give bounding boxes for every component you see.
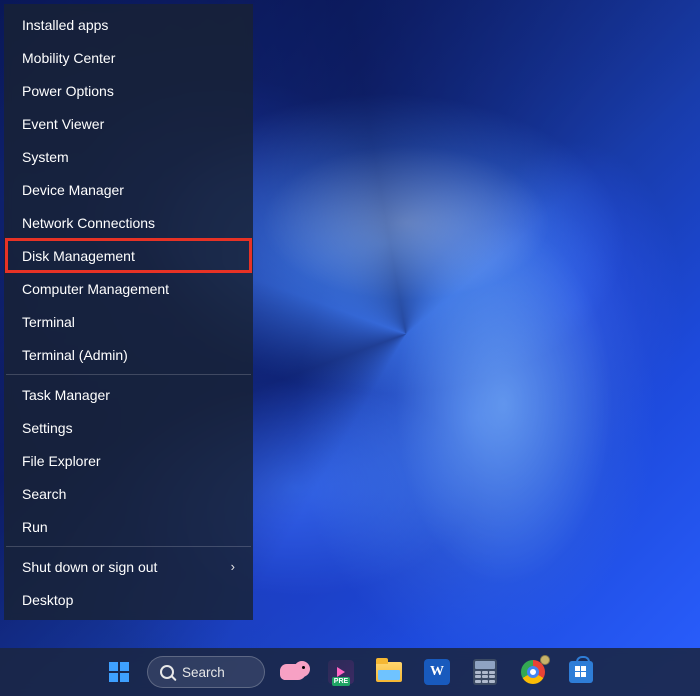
- menu-item-file-explorer[interactable]: File Explorer: [6, 444, 251, 477]
- menu-item-label: Network Connections: [22, 215, 155, 231]
- menu-item-computer-management[interactable]: Computer Management: [6, 272, 251, 305]
- menu-item-label: Run: [22, 519, 48, 535]
- chrome-profile-badge: [540, 655, 550, 665]
- axolotl-icon: [276, 661, 310, 683]
- taskbar-app-clipchamp[interactable]: PRE: [321, 652, 361, 692]
- menu-item-label: Installed apps: [22, 17, 108, 33]
- menu-item-label: Terminal (Admin): [22, 347, 128, 363]
- menu-item-label: Desktop: [22, 592, 73, 608]
- menu-item-label: Shut down or sign out: [22, 559, 157, 575]
- menu-item-power-options[interactable]: Power Options: [6, 74, 251, 107]
- calculator-icon: [473, 659, 497, 685]
- menu-item-desktop[interactable]: Desktop: [6, 583, 251, 616]
- menu-item-event-viewer[interactable]: Event Viewer: [6, 107, 251, 140]
- menu-separator: [6, 546, 251, 547]
- taskbar: Search PRE W: [0, 648, 700, 696]
- menu-item-run[interactable]: Run: [6, 510, 251, 543]
- taskbar-app-file-explorer[interactable]: [369, 652, 409, 692]
- menu-item-task-manager[interactable]: Task Manager: [6, 378, 251, 411]
- menu-item-installed-apps[interactable]: Installed apps: [6, 8, 251, 41]
- menu-separator: [6, 374, 251, 375]
- menu-item-label: Disk Management: [22, 248, 135, 264]
- windows-logo-icon: [109, 662, 129, 682]
- menu-item-network-connections[interactable]: Network Connections: [6, 206, 251, 239]
- menu-item-terminal-admin[interactable]: Terminal (Admin): [6, 338, 251, 371]
- menu-item-label: Computer Management: [22, 281, 169, 297]
- menu-item-label: Power Options: [22, 83, 114, 99]
- taskbar-app-word[interactable]: W: [417, 652, 457, 692]
- taskbar-search[interactable]: Search: [147, 656, 265, 688]
- menu-item-shut-down-or-sign-out[interactable]: Shut down or sign out ›: [6, 550, 251, 583]
- taskbar-app-calculator[interactable]: [465, 652, 505, 692]
- start-button[interactable]: [99, 652, 139, 692]
- menu-item-label: Task Manager: [22, 387, 110, 403]
- word-icon: W: [424, 659, 450, 685]
- menu-item-system[interactable]: System: [6, 140, 251, 173]
- menu-item-device-manager[interactable]: Device Manager: [6, 173, 251, 206]
- taskbar-widget-axolotl[interactable]: [273, 652, 313, 692]
- menu-item-settings[interactable]: Settings: [6, 411, 251, 444]
- microsoft-store-icon: [569, 661, 593, 683]
- search-icon: [160, 665, 174, 679]
- file-explorer-icon: [376, 662, 402, 682]
- taskbar-app-microsoft-store[interactable]: [561, 652, 601, 692]
- search-label: Search: [182, 665, 225, 680]
- menu-item-label: File Explorer: [22, 453, 101, 469]
- menu-item-label: Mobility Center: [22, 50, 115, 66]
- clipchamp-icon: PRE: [328, 660, 354, 684]
- menu-item-label: Event Viewer: [22, 116, 104, 132]
- menu-item-label: Search: [22, 486, 66, 502]
- menu-item-label: Settings: [22, 420, 73, 436]
- winx-power-menu: Installed apps Mobility Center Power Optio…: [4, 4, 253, 620]
- taskbar-app-chrome[interactable]: [513, 652, 553, 692]
- menu-item-terminal[interactable]: Terminal: [6, 305, 251, 338]
- chevron-right-icon: ›: [231, 559, 235, 574]
- menu-item-disk-management[interactable]: Disk Management: [6, 239, 251, 272]
- menu-item-label: Device Manager: [22, 182, 124, 198]
- menu-item-search[interactable]: Search: [6, 477, 251, 510]
- menu-item-label: Terminal: [22, 314, 75, 330]
- menu-item-mobility-center[interactable]: Mobility Center: [6, 41, 251, 74]
- menu-item-label: System: [22, 149, 69, 165]
